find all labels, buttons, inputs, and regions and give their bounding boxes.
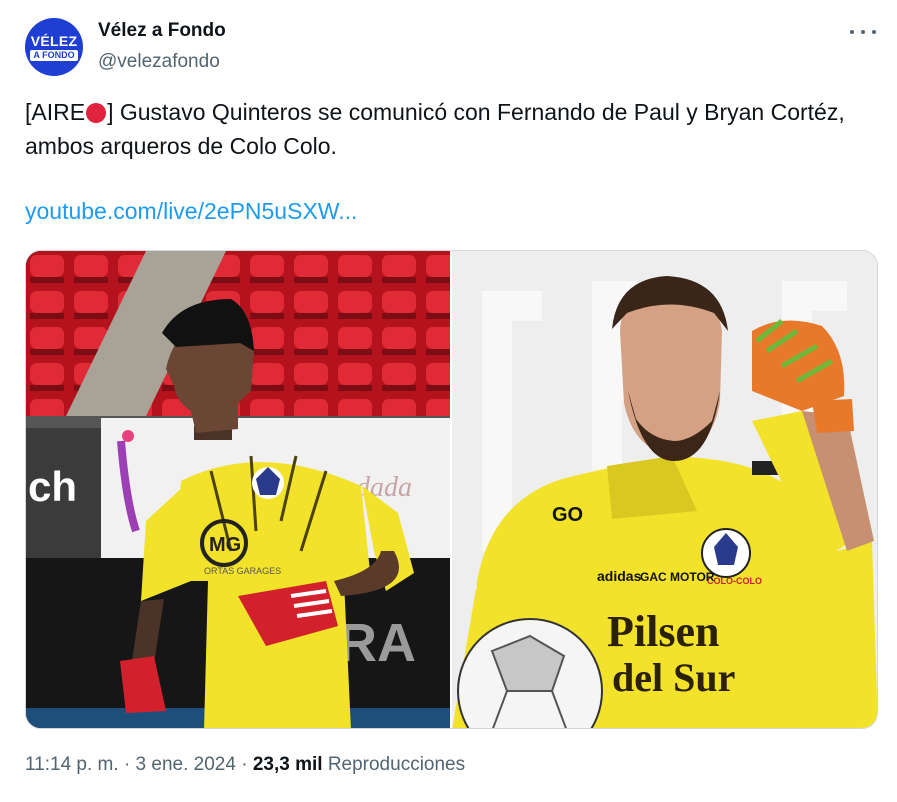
- tweet-text-prefix: [AIRE: [25, 99, 86, 125]
- tweet-text: [AIRE] Gustavo Quinteros se comunicó con…: [25, 95, 855, 163]
- sponsor-line2: del Sur: [612, 655, 735, 700]
- photo-left-image: ch dada PERA: [26, 251, 450, 728]
- avatar-line2: A FONDO: [30, 49, 78, 61]
- kit-brand: adidas: [597, 568, 642, 584]
- badge-text: COLO-COLO: [707, 576, 762, 586]
- avatar[interactable]: VÉLEZ A FONDO: [25, 18, 83, 76]
- author-name[interactable]: Vélez a Fondo: [98, 20, 226, 42]
- tweet-text-body: ] Gustavo Quinteros se comunicó con Fern…: [25, 99, 845, 159]
- chest-logo: MG: [209, 534, 241, 556]
- avatar-line1: VÉLEZ: [30, 32, 78, 49]
- more-horizontal-icon-dot: [872, 30, 876, 34]
- tweet-meta: 11:14 p. m. · 3 ene. 2024 · 23,3 mil Rep…: [25, 754, 465, 776]
- more-horizontal-icon-dot: [861, 30, 865, 34]
- meta-separator: ·: [123, 754, 131, 775]
- tweet-time[interactable]: 11:14 p. m.: [25, 754, 119, 775]
- tweet-card: VÉLEZ A FONDO Vélez a Fondo @velezafondo…: [0, 0, 897, 802]
- more-horizontal-icon: [850, 30, 854, 34]
- red-circle-icon: [86, 103, 107, 123]
- board-text-1: ch: [28, 463, 77, 510]
- tweet-date[interactable]: 3 ene. 2024: [136, 754, 236, 775]
- more-options-button[interactable]: [850, 22, 876, 42]
- kit-sponsor: GAC MOTOR: [640, 570, 715, 584]
- views-count[interactable]: 23,3 mil: [253, 754, 323, 775]
- photo-right-image: COLO-COLO GO adidas GAC MOTOR Pilsen del…: [452, 251, 877, 728]
- photo-right[interactable]: COLO-COLO GO adidas GAC MOTOR Pilsen del…: [452, 251, 877, 728]
- chest-sponsor: ORTAS GARAGES: [204, 566, 281, 576]
- author-handle[interactable]: @velezafondo: [98, 51, 220, 73]
- shoulder-text: GO: [552, 504, 583, 526]
- meta-separator: ·: [241, 754, 248, 775]
- sponsor-line1: Pilsen: [607, 607, 719, 656]
- media-grid[interactable]: ch dada PERA: [25, 250, 878, 729]
- photo-left[interactable]: ch dada PERA: [26, 251, 450, 728]
- views-label[interactable]: Reproducciones: [328, 754, 465, 775]
- tweet-link[interactable]: youtube.com/live/2ePN5uSXW...: [25, 198, 357, 225]
